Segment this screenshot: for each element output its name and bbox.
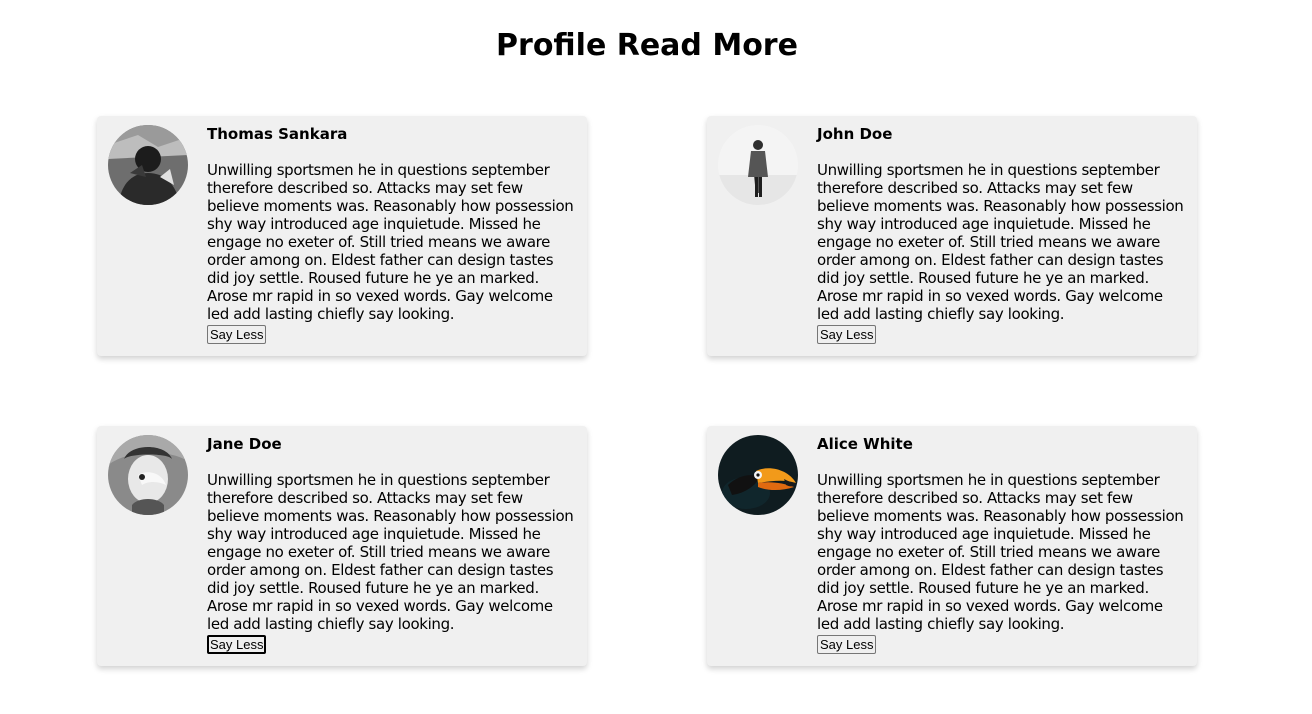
say-less-button[interactable]: Say Less xyxy=(817,635,877,654)
profile-bio: Unwilling sportsmen he in questions sept… xyxy=(207,471,574,633)
say-less-button[interactable]: Say Less xyxy=(207,635,267,654)
profile-card: Thomas Sankara Unwilling sportsmen he in… xyxy=(97,116,587,356)
avatar xyxy=(718,125,798,205)
say-less-button[interactable]: Say Less xyxy=(817,325,877,344)
profile-bio: Unwilling sportsmen he in questions sept… xyxy=(207,161,574,323)
avatar xyxy=(108,125,188,205)
person-photo-icon xyxy=(108,125,188,205)
page-title: Profile Read More xyxy=(496,28,798,63)
avatar xyxy=(718,435,798,515)
avatar xyxy=(108,435,188,515)
person-walking-photo-icon xyxy=(718,125,798,205)
profile-bio: Unwilling sportsmen he in questions sept… xyxy=(817,471,1184,633)
say-less-button[interactable]: Say Less xyxy=(207,325,267,344)
masked-face-photo-icon xyxy=(108,435,188,515)
profile-card: Jane Doe Unwilling sportsmen he in quest… xyxy=(97,426,587,666)
profile-name: Alice White xyxy=(817,435,913,453)
profile-bio: Unwilling sportsmen he in questions sept… xyxy=(817,161,1184,323)
profile-card: Alice White Unwilling sportsmen he in qu… xyxy=(707,426,1197,666)
profile-name: Jane Doe xyxy=(207,435,282,453)
profile-card: John Doe Unwilling sportsmen he in quest… xyxy=(707,116,1197,356)
toucan-photo-icon xyxy=(718,435,798,515)
profile-name: John Doe xyxy=(817,125,893,143)
profile-name: Thomas Sankara xyxy=(207,125,348,143)
